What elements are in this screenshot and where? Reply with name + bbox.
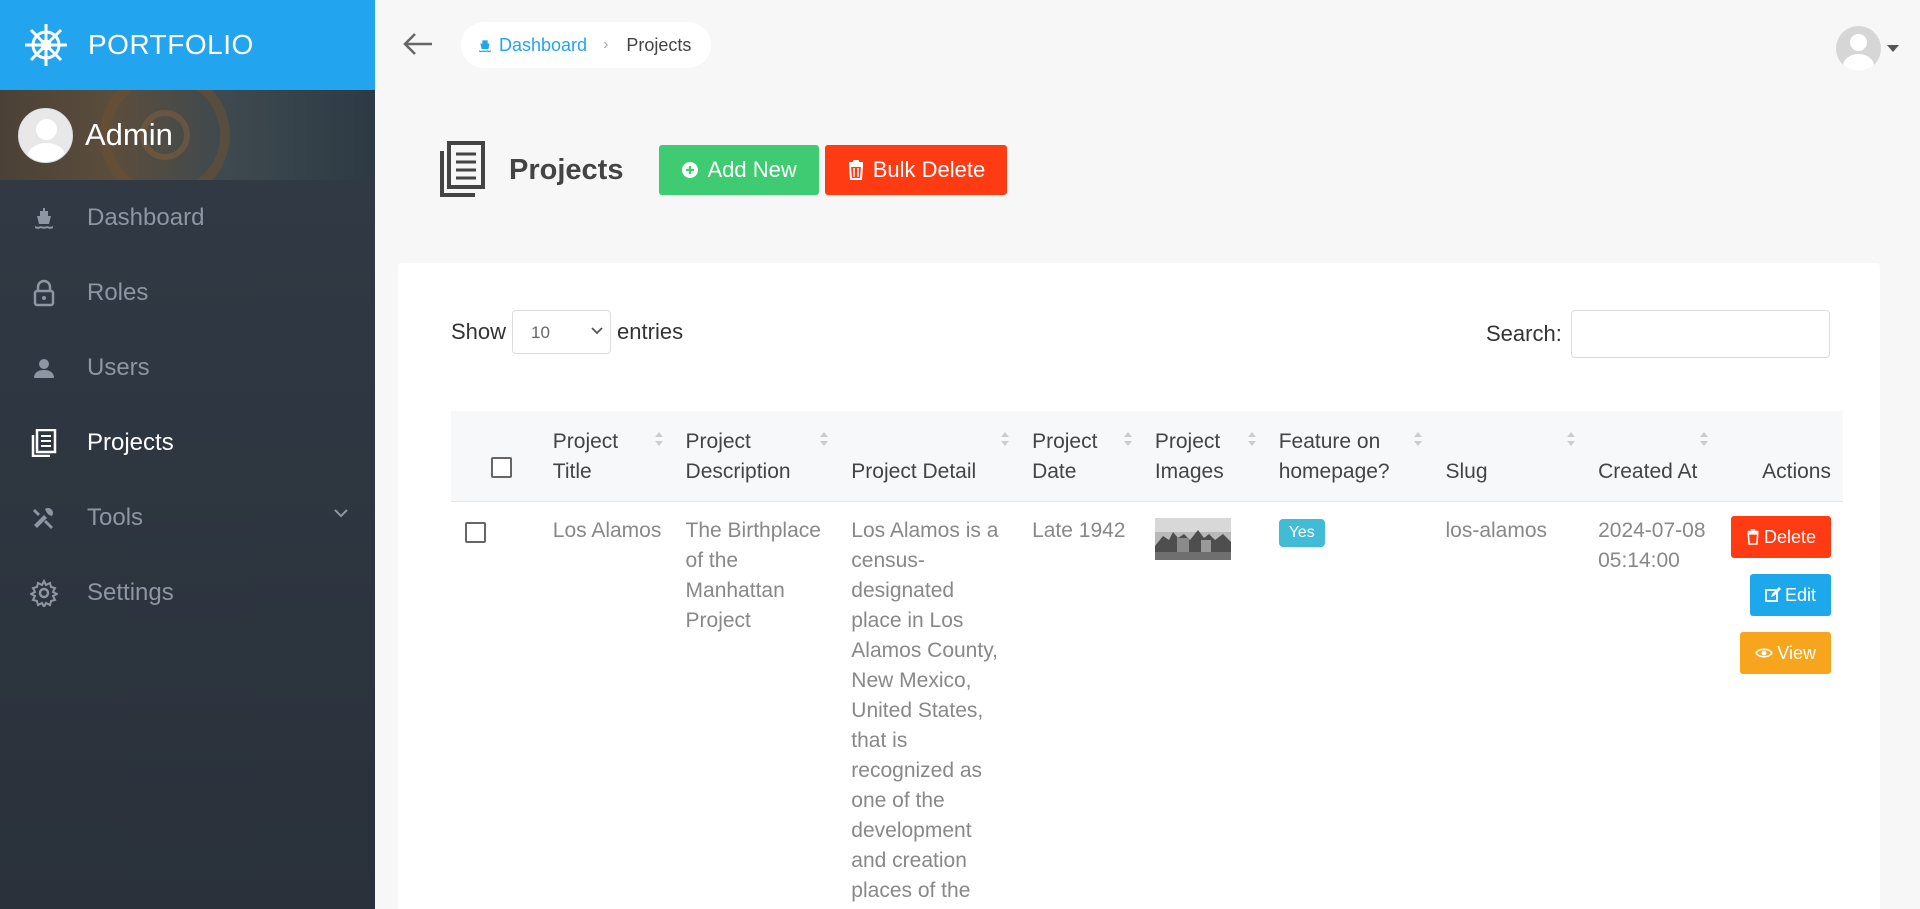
- trash-icon: [1747, 529, 1759, 545]
- breadcrumb-current: Projects: [626, 34, 692, 55]
- user-panel: Admin: [0, 90, 375, 180]
- sort-icon: [654, 432, 663, 446]
- sidebar: PORTFOLIO Admin Dashboard Roles Users Pr…: [0, 0, 375, 909]
- sidebar-item-label: Dashboard: [87, 203, 205, 231]
- bulk-delete-label: Bulk Delete: [872, 157, 986, 182]
- sort-icon: [1699, 432, 1708, 446]
- sidebar-item-label: Tools: [87, 503, 144, 531]
- projects-table: Project Title Project Description Projec…: [451, 411, 1843, 909]
- document-icon: [30, 428, 58, 457]
- sort-icon: [1001, 432, 1010, 446]
- cell-slug: los-alamos: [1445, 519, 1548, 542]
- column-header[interactable]: Project Description: [674, 411, 840, 502]
- sidebar-item-label: Roles: [87, 278, 149, 306]
- row-select-cell: [451, 502, 541, 909]
- sidebar-item-label: Projects: [87, 428, 174, 456]
- cell-title: Los Alamos: [552, 519, 662, 542]
- column-header[interactable]: Project Detail: [839, 411, 1020, 502]
- cell-images: [1143, 502, 1267, 909]
- select-all-cell: [451, 411, 541, 502]
- sort-icon: [1414, 432, 1423, 446]
- document-icon: [440, 141, 485, 197]
- page-length-control: Show 10 entries: [451, 310, 683, 354]
- delete-button[interactable]: Delete: [1730, 516, 1831, 558]
- sidebar-item-label: Users: [87, 353, 150, 381]
- edit-button[interactable]: Edit: [1749, 574, 1831, 616]
- admin-avatar: [18, 107, 73, 163]
- sidebar-item-roles[interactable]: Roles: [0, 255, 375, 330]
- ship-icon: [479, 40, 491, 53]
- show-label: Show: [451, 319, 507, 344]
- entries-label: entries: [617, 319, 684, 344]
- back-arrow-icon[interactable]: [402, 31, 434, 57]
- breadcrumb-home-label: Dashboard: [499, 34, 588, 55]
- row-checkbox[interactable]: [465, 522, 486, 543]
- cell-detail: Los Alamos is a census-designated place …: [851, 519, 999, 902]
- sidebar-item-users[interactable]: Users: [0, 330, 375, 405]
- admin-name: Admin: [85, 117, 173, 152]
- sidebar-item-projects[interactable]: Projects: [0, 405, 375, 480]
- sort-icon: [1567, 432, 1576, 446]
- ship-icon: [30, 204, 58, 232]
- cell-actions: Delete Edit View: [1719, 502, 1843, 909]
- sidebar-item-settings[interactable]: Settings: [0, 555, 375, 630]
- user-menu[interactable]: [1836, 26, 1899, 71]
- add-new-label: Add New: [707, 157, 797, 182]
- lock-icon: [30, 279, 58, 307]
- table-row: Los Alamos The Birthplace of the Manhatt…: [451, 502, 1843, 909]
- cell-description: The Birthplace of the Manhattan Project: [685, 519, 821, 632]
- sort-icon: [820, 432, 829, 446]
- cell-featured: Yes: [1267, 502, 1434, 909]
- table-header-row: Project Title Project Description Projec…: [451, 411, 1843, 502]
- breadcrumb-separator: ›: [603, 36, 609, 53]
- view-button[interactable]: View: [1740, 632, 1831, 674]
- featured-badge: Yes: [1278, 519, 1325, 547]
- page-title: Projects: [509, 153, 624, 186]
- page-header: Projects Add New Bulk Delete: [437, 141, 1008, 199]
- page-length-select[interactable]: 10: [512, 310, 612, 354]
- row-actions: Delete Edit View: [1730, 516, 1831, 690]
- ship-wheel-icon: [25, 24, 67, 66]
- sidebar-nav: Dashboard Roles Users Projects Tools Set…: [0, 180, 375, 630]
- column-header[interactable]: Project Date: [1020, 411, 1143, 502]
- add-new-button[interactable]: Add New: [659, 145, 819, 195]
- view-label: View: [1777, 642, 1816, 663]
- column-header[interactable]: Created At: [1586, 411, 1719, 502]
- gear-icon: [30, 578, 58, 607]
- caret-down-icon: [1887, 45, 1899, 52]
- eye-icon: [1755, 648, 1774, 658]
- column-header[interactable]: Project Images: [1143, 411, 1267, 502]
- plus-circle-icon: [682, 162, 699, 178]
- sort-icon: [1123, 432, 1132, 446]
- sidebar-item-dashboard[interactable]: Dashboard: [0, 180, 375, 255]
- column-header[interactable]: Project Title: [541, 411, 674, 502]
- breadcrumb: Dashboard › Projects: [461, 22, 712, 68]
- bulk-delete-button[interactable]: Bulk Delete: [824, 145, 1008, 195]
- edit-icon: [1765, 587, 1781, 602]
- project-thumbnail[interactable]: [1154, 518, 1231, 560]
- search-label: Search:: [1486, 321, 1562, 346]
- user-icon: [30, 354, 58, 382]
- sidebar-item-label: Settings: [87, 578, 174, 606]
- cell-created-at: 2024-07-08 05:14:00: [1598, 519, 1706, 572]
- delete-label: Delete: [1763, 526, 1816, 547]
- cell-date: Late 1942: [1032, 519, 1126, 542]
- column-header[interactable]: Feature on homepage?: [1267, 411, 1434, 502]
- brand-header[interactable]: PORTFOLIO: [0, 0, 375, 90]
- search-control: Search:: [1486, 310, 1830, 358]
- chevron-down-icon: [334, 509, 348, 518]
- brand-name: PORTFOLIO: [88, 29, 254, 60]
- column-header[interactable]: Slug: [1433, 411, 1586, 502]
- sort-icon: [1247, 432, 1256, 446]
- search-input[interactable]: [1570, 310, 1830, 358]
- breadcrumb-dashboard-link[interactable]: Dashboard: [477, 35, 587, 56]
- avatar: [1836, 26, 1881, 71]
- column-header: Actions: [1762, 460, 1831, 483]
- trash-icon: [848, 160, 863, 180]
- sidebar-item-tools[interactable]: Tools: [0, 480, 375, 555]
- select-all-checkbox[interactable]: [491, 457, 513, 478]
- edit-label: Edit: [1784, 584, 1816, 605]
- tools-icon: [30, 504, 58, 532]
- projects-card: Show 10 entries Search: Project Title Pr…: [398, 263, 1880, 909]
